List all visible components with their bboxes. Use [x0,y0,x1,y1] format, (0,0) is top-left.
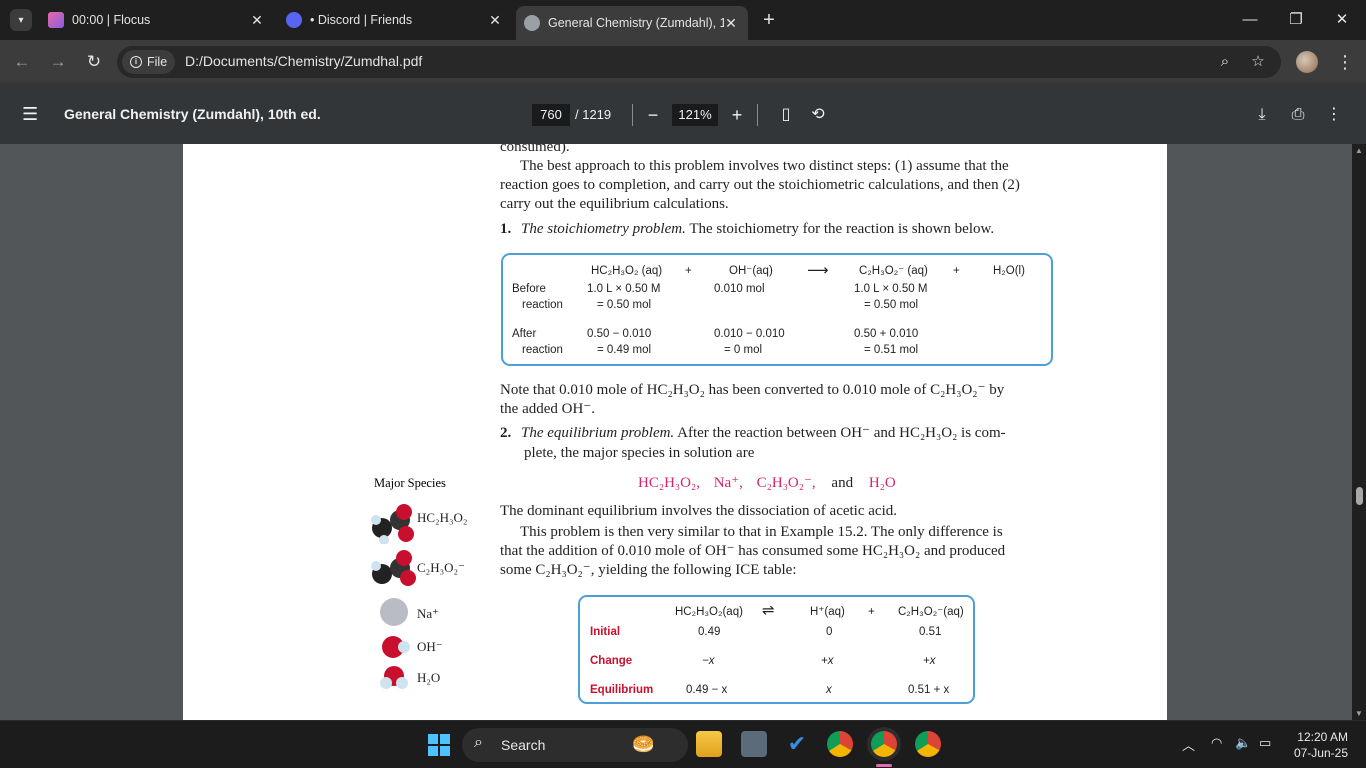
minimize-icon[interactable]: — [1238,8,1262,32]
menu-icon[interactable]: ☰ [22,104,42,124]
text-line: Note that 0.010 mole of HC₂H₃O₂ has been… [500,382,1005,398]
more-options-icon[interactable]: ⋮ [1323,103,1345,127]
taskbar-search[interactable]: ⌕ Search 🥯 [462,728,688,762]
wifi-icon[interactable]: ◠ [1211,735,1222,751]
address-bar[interactable]: i File D:/Documents/Chemistry/Zumdhal.pd… [117,46,1281,78]
text-line: carry out the equilibrium calculations. [500,196,729,212]
text-line: The dominant equilibrium involves the di… [500,503,897,519]
divider [757,104,758,126]
profile-avatar[interactable] [1296,51,1318,73]
browser-menu-icon[interactable]: ⋮ [1336,50,1354,74]
url-text: D:/Documents/Chemistry/Zumdhal.pdf [185,53,423,69]
scroll-thumb[interactable] [1356,487,1363,505]
major-species-line: HC₂H₃O₂, Na⁺, C₂H₃O₂⁻, and H₂O [638,475,896,491]
browser-toolbar: ← → ↻ i File D:/Documents/Chemistry/Zumd… [0,40,1366,84]
pdf-toolbar: ☰ General Chemistry (Zumdahl), 10th ed. … [0,84,1366,144]
new-tab-button[interactable]: + [759,8,779,32]
stoichiometry-table: HC₂H₃O₂ (aq) + OH⁻(aq) ⟶ C₂H₃O₂⁻ (aq) + … [501,253,1053,366]
back-arrow-icon[interactable]: ← [10,50,34,74]
pdf-viewer[interactable]: consumed). The best approach to this pro… [0,144,1352,720]
acetic-acid-molecule-icon [371,504,414,544]
zoom-magnifier-icon[interactable]: ⌕ [1215,52,1235,72]
reload-icon[interactable]: ↻ [82,50,106,74]
chrome-profile-2-icon[interactable] [915,731,941,757]
divider [632,104,633,126]
bookmark-star-icon[interactable]: ☆ [1248,52,1268,72]
tab-strip: ▾ 00:00 | Flocus ✕ • Discord | Friends ✕… [0,0,1366,40]
zoom-in-button[interactable]: + [727,103,747,127]
scroll-up-icon[interactable]: ▲ [1355,146,1363,155]
text-line: some C₂H₃O₂⁻, yielding the following ICE… [500,562,797,578]
tray-chevron-up-icon[interactable]: ︿ [1182,735,1195,754]
close-window-icon[interactable]: ✕ [1330,8,1354,32]
tab-discord[interactable]: • Discord | Friends ✕ [286,6,504,34]
close-tab-icon[interactable]: ✕ [722,14,740,32]
list-item-1: 1. The stoichiometry problem. The stoich… [500,221,995,237]
acetate-molecule-icon [371,550,416,586]
clock[interactable]: 12:20 AM 07-Jun-25 [1290,729,1348,761]
tab-zumdahl-pdf[interactable]: General Chemistry (Zumdahl), 1 ✕ [516,6,748,40]
chrome-profile-icon[interactable] [871,731,897,757]
text-line: reaction goes to completion, and carry o… [500,177,1020,193]
zoom-level-input[interactable]: 121% [672,104,718,126]
reaction-arrow-icon: ⟶ [807,262,829,279]
todo-check-icon[interactable]: ✔ [784,731,810,757]
water-molecule-icon [380,666,408,689]
close-tab-icon[interactable]: ✕ [486,11,504,29]
text-line: the added OH⁻. [500,401,595,417]
text-line: The best approach to this problem involv… [520,158,1009,174]
tab-title: • Discord | Friends [310,13,413,27]
zoom-out-button[interactable]: − [643,103,663,127]
print-icon[interactable]: ⎙ [1287,103,1309,127]
volume-icon[interactable]: 🔈 [1235,735,1251,751]
page-number-input[interactable]: 760 [532,104,570,126]
scroll-down-icon[interactable]: ▼ [1355,709,1363,718]
ice-table: HC₂H₃O₂(aq) ⇌ H⁺(aq) + C₂H₃O₂⁻(aq) Initi… [578,595,975,704]
tab-flocus[interactable]: 00:00 | Flocus ✕ [48,6,266,34]
rotate-icon[interactable]: ⟲ [807,103,829,127]
taskbar: ⌕ Search 🥯 ✔ ︿ ◠ 🔈 ▭ 12:20 AM 07-Jun-25 [0,720,1366,768]
tab-search-chevron-icon[interactable]: ▾ [10,9,32,31]
file-explorer-icon[interactable] [696,731,722,757]
text-line: that the addition of 0.010 mole of OH⁻ h… [500,543,1006,559]
close-tab-icon[interactable]: ✕ [248,11,266,29]
chrome-icon[interactable] [827,731,853,757]
search-highlight-icon: 🥯 [632,734,655,754]
discord-favicon-icon [286,12,302,28]
text-line: consumed). [500,144,570,155]
fit-page-icon[interactable]: ▯ [775,103,797,127]
restore-icon[interactable]: ❐ [1284,8,1308,32]
list-item-2: 2. The equilibrium problem. After the re… [500,425,1006,441]
text-line: plete, the major species in solution are [524,445,755,461]
page-total: / 1219 [575,107,612,122]
site-info-chip[interactable]: i File [122,50,176,74]
info-icon: i [130,56,142,68]
download-icon[interactable]: ⤓ [1251,103,1273,127]
sodium-ion-icon [380,598,408,626]
major-species-sidebar: Major Species HC₂H₃O₂ C₂H₃O₂⁻ Na⁺ OH⁻ H₂… [364,470,488,710]
flocus-favicon-icon [48,12,64,28]
forward-arrow-icon[interactable]: → [46,50,70,74]
windows-start-icon[interactable] [428,734,450,756]
vertical-scrollbar[interactable]: ▲ ▼ [1352,144,1366,720]
active-app-indicator [876,764,892,767]
globe-favicon-icon [524,15,540,31]
document-title: General Chemistry (Zumdahl), 10th ed. [64,106,321,122]
text-line: This problem is then very similar to tha… [520,524,1003,540]
battery-icon[interactable]: ▭ [1259,735,1271,751]
tab-title: 00:00 | Flocus [72,13,151,27]
search-icon: ⌕ [474,734,483,751]
tab-title: General Chemistry (Zumdahl), 1 [548,16,724,30]
hydroxide-ion-icon [382,636,410,658]
calculator-icon[interactable] [741,731,767,757]
pdf-page: consumed). The best approach to this pro… [183,144,1167,720]
equilibrium-arrow-icon: ⇌ [762,602,775,619]
